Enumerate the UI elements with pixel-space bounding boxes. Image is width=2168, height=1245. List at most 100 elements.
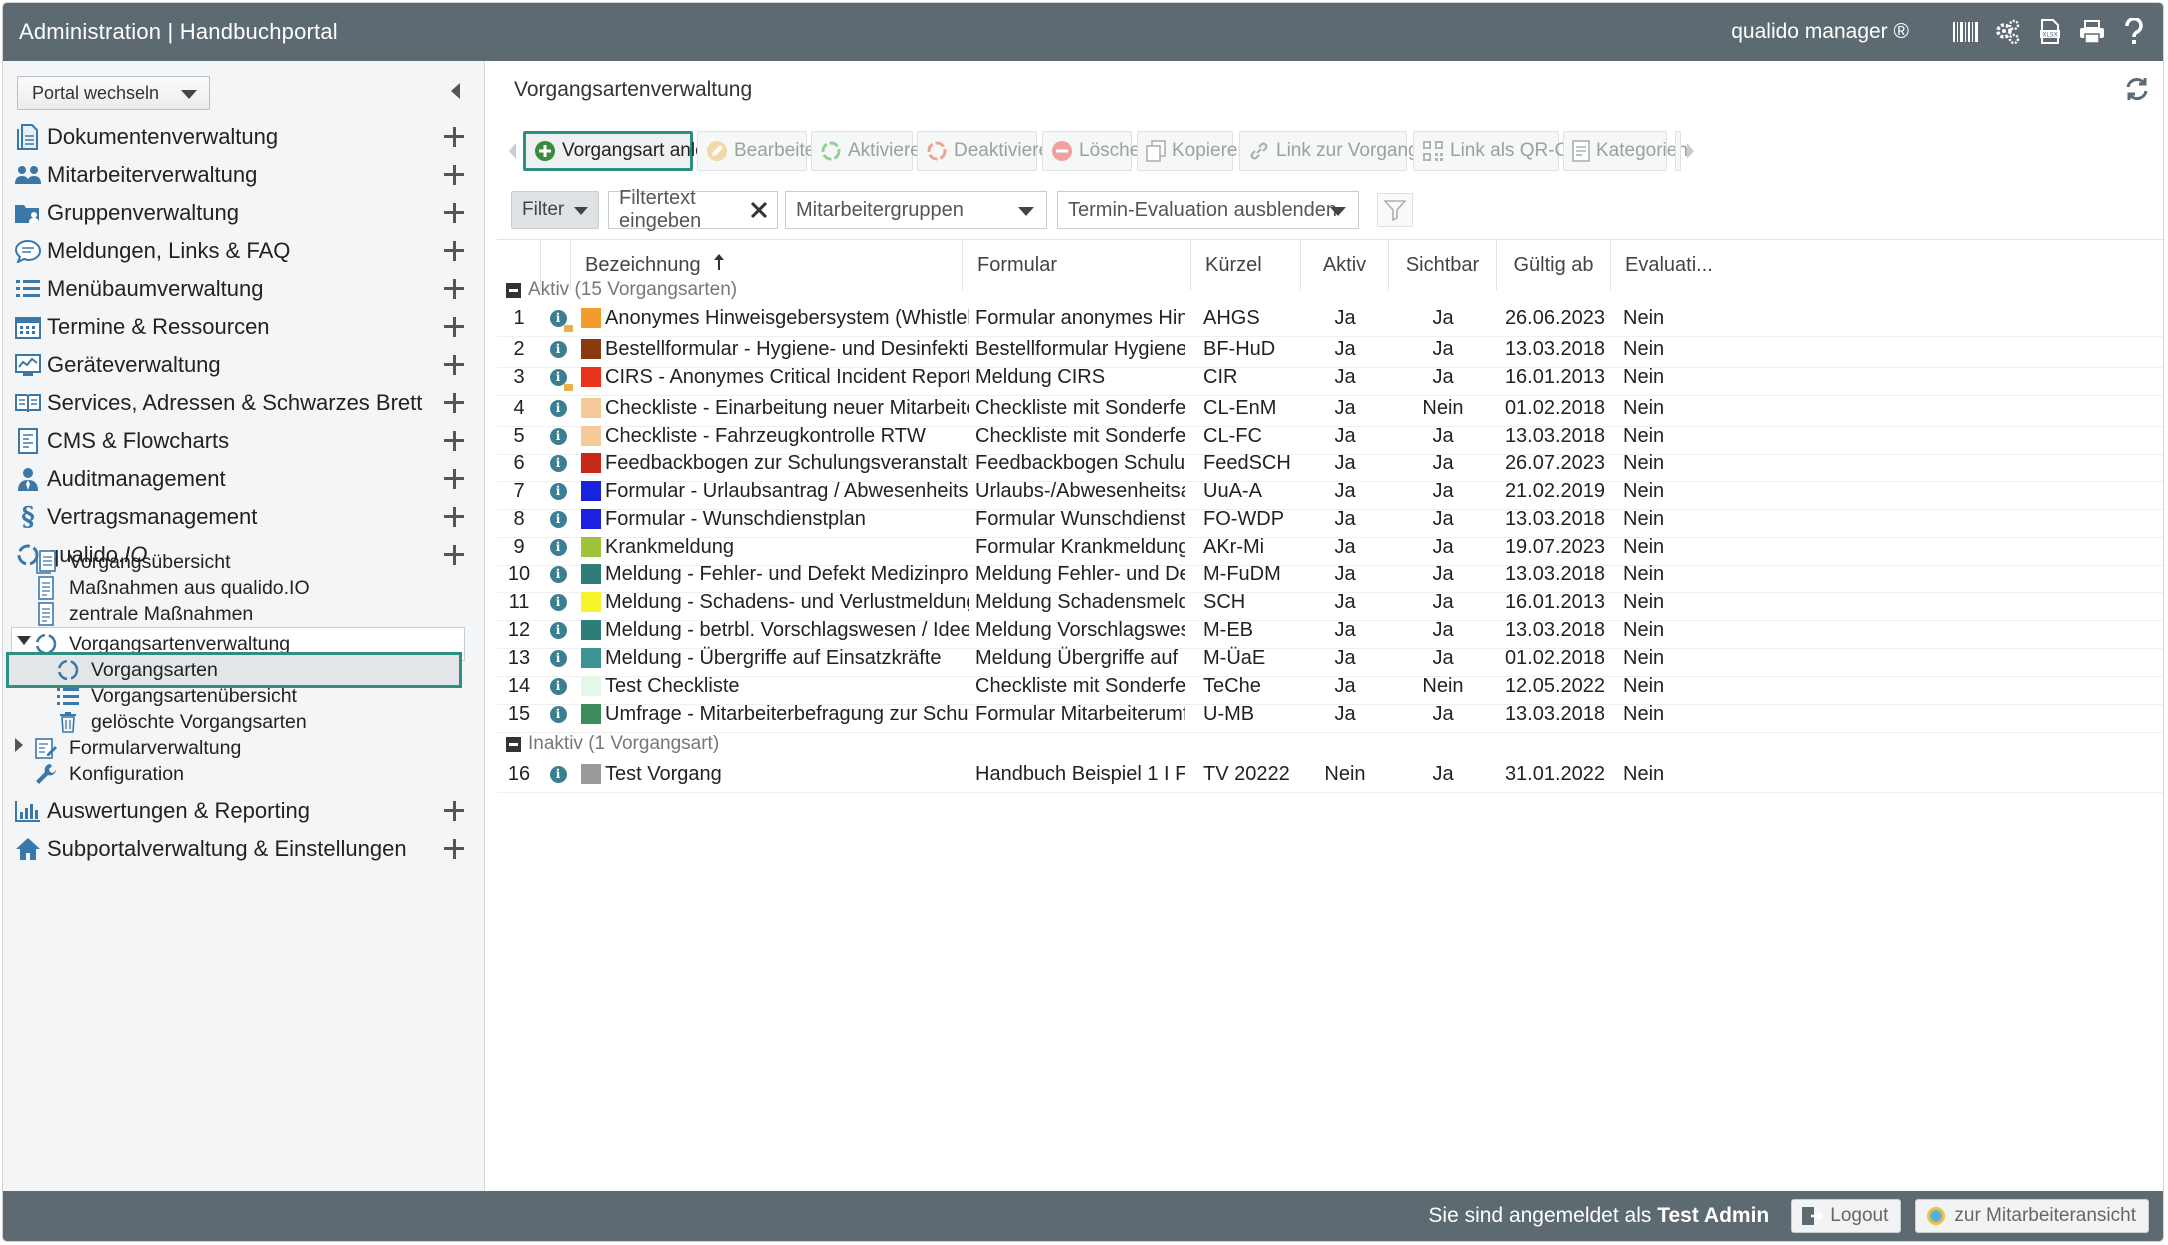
tree-collapse-icon[interactable] [17,636,31,645]
loeschen-button[interactable]: Löschen [1042,131,1151,171]
info-icon[interactable]: i [549,677,567,695]
cell-sichtbar: Ja [1432,762,1454,785]
document-icon [13,122,43,152]
employee-view-button[interactable]: zur Mitarbeiteransicht [1915,1199,2149,1233]
group-folder-icon [13,198,43,228]
filter-dropdown-button[interactable]: Filter [511,191,599,229]
info-icon[interactable]: i [549,649,567,667]
button-label: Kopieren [1172,140,1249,161]
cms-icon [13,426,43,456]
cell-gueltig-ab: 31.01.2022 [1504,762,1606,785]
cell-evaluation: Nein [1623,762,1665,785]
info-icon[interactable]: i [549,399,567,417]
info-icon[interactable]: i [549,340,567,358]
filter-bar: Filter Filtertext eingeben Mitarbeitergr… [497,187,2163,232]
link-als-qr-code-button[interactable]: Link als QR-Code [1413,131,1600,171]
kategorien-button[interactable]: Kategorien [1563,131,1688,171]
info-icon[interactable]: i [549,510,567,528]
link-icon [1248,138,1270,164]
info-icon-cell[interactable]: i [543,755,573,793]
info-icon[interactable]: i [549,454,567,472]
collapse-sidebar-icon[interactable] [451,83,460,99]
toolbar-scroll-right-icon[interactable] [1687,143,1694,159]
info-icon[interactable]: i [549,593,567,611]
bearbeiten-button[interactable]: Bearbeiten [697,131,826,171]
add-circle-icon [534,138,556,164]
info-icon[interactable]: i [549,565,567,583]
calendar-icon [13,312,43,342]
link-zur-vorgangsart-button[interactable]: Link zur Vorgangsart [1239,131,1450,171]
color-swatch [581,509,601,529]
app-title: Administration | Handbuchportal [19,19,338,44]
vorgangsart-anlegen-button[interactable]: Vorgangsart anlegen [523,131,737,171]
funnel-filter-icon[interactable] [1377,193,1413,227]
logged-in-user: Test Admin [1657,1204,1770,1227]
collapse-minus-icon[interactable] [433,535,473,575]
expand-plus-icon[interactable] [433,829,473,869]
nav-label: Geräteverwaltung [47,352,221,377]
color-swatch [581,308,601,328]
export-icon[interactable]: XLSX [2029,11,2071,53]
info-icon[interactable]: i [549,621,567,639]
svg-text:XLSX: XLSX [2042,32,2057,39]
gears-icon[interactable] [1987,11,2029,53]
pencil-icon [706,138,728,164]
sub-item-label: Konfiguration [69,762,184,785]
toolbar-scroll-left-icon[interactable] [509,143,516,159]
refresh-icon[interactable] [2123,75,2151,103]
color-swatch [581,592,601,612]
cell-formular: Handbuch Beispiel 1 I Felder ... [975,762,1185,785]
sub-item-zentrale-massnahmen[interactable]: zentrale Maßnahmen [33,597,253,631]
group-collapse-icon[interactable] [506,736,521,752]
nav-label: Termine & Ressourcen [47,314,270,339]
help-icon[interactable] [2113,11,2155,53]
color-swatch [581,426,601,446]
color-swatch [581,764,601,784]
qr-code-icon [1422,138,1444,164]
tree-expand-icon[interactable] [15,738,23,752]
auditor-icon [13,464,43,494]
logout-button[interactable]: Logout [1791,1199,1902,1233]
barcode-icon[interactable] [1945,11,1987,53]
employee-groups-select[interactable]: Mitarbeitergruppen [785,191,1047,229]
termin-evaluation-value: Termin-Evaluation ausblenden [1068,198,1338,221]
table-row[interactable]: 16 i Test Vorgang Handbuch Beispiel 1 I Fel… [497,755,2163,793]
color-swatch [581,453,601,473]
color-swatch [581,620,601,640]
deactivate-icon [926,138,948,164]
termin-evaluation-select[interactable]: Termin-Evaluation ausblenden [1057,191,1359,229]
nav-label: Gruppenverwaltung [47,200,240,225]
info-icon[interactable]: i [549,538,567,556]
toolbar-overflow-button[interactable] [1675,131,1681,171]
color-swatch [581,676,601,696]
group-label: Inaktiv (1 Vorgangsart) [528,733,720,754]
portal-switch-label: Portal wechseln [32,82,160,103]
deaktivieren-button[interactable]: Deaktivieren [917,131,1060,171]
nav-label: Menübaumverwaltung [47,276,264,301]
filter-text-input[interactable]: Filtertext eingeben [608,187,778,232]
print-icon[interactable] [2071,11,2113,53]
portal-switch-select[interactable]: Portal wechseln [17,76,210,110]
chevron-down-icon [1018,207,1034,216]
nav-label: Auditmanagement [47,466,226,491]
nav-item-subportalverwaltung[interactable]: Subportalverwaltung & Einstellungen [3,823,485,875]
page-title: Vorgangsartenverwaltung [514,78,753,101]
info-icon[interactable]: i [549,482,567,500]
wrench-icon [33,761,59,787]
nav-label: Auswertungen & Reporting [47,798,310,823]
group-collapse-icon[interactable] [506,282,521,298]
info-icon[interactable]: i [549,368,573,391]
group-label: Aktiv (15 Vorgangsarten) [528,279,738,300]
clear-filter-icon[interactable] [747,198,771,222]
sidebar: Portal wechseln Dokumentenverwaltung Mit… [3,61,485,1191]
info-icon[interactable]: i [549,309,573,332]
toolbar: Vorgangsart anlegen Bearbeiten Aktiviere… [497,131,2163,171]
aktivieren-button[interactable]: Aktivieren [811,131,931,171]
delete-icon [1051,138,1073,164]
chevron-down-icon [1330,207,1346,216]
kopieren-button[interactable]: Kopieren [1137,131,1248,171]
info-icon[interactable]: i [549,765,567,783]
info-icon[interactable]: i [549,427,567,445]
device-icon [13,350,43,380]
info-icon[interactable]: i [549,705,567,723]
